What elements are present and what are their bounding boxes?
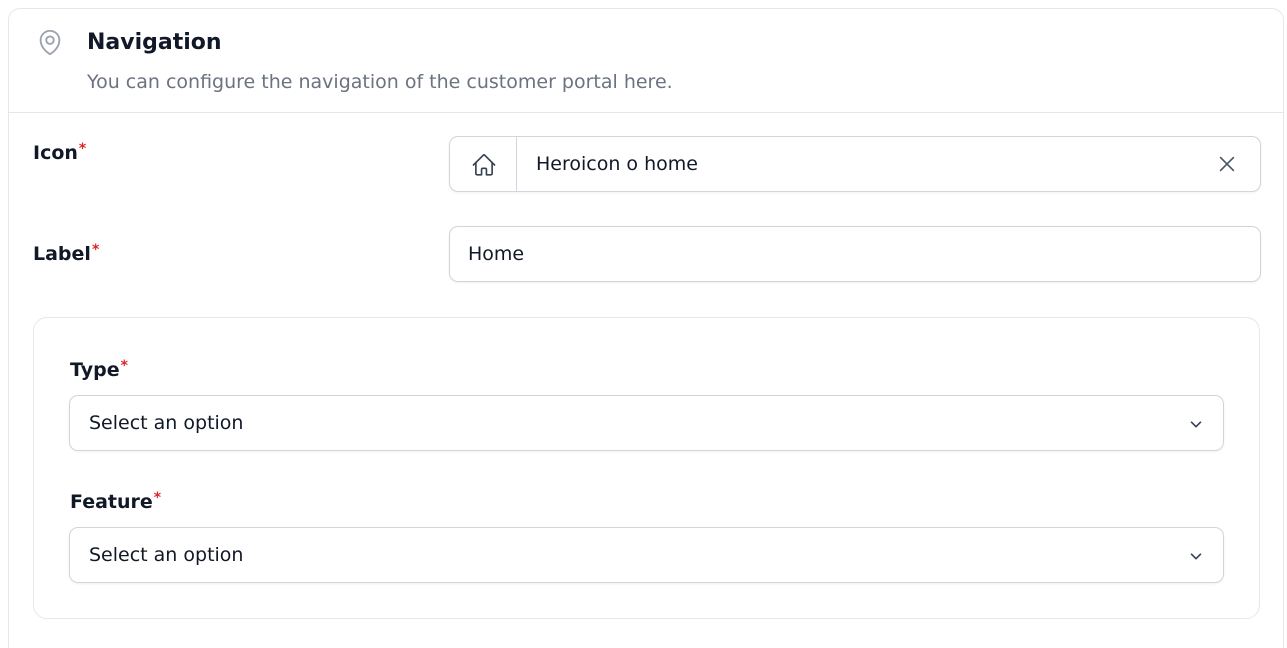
section-description: You can configure the navigation of the … (87, 71, 673, 93)
type-field-label-text: Type (70, 359, 120, 381)
icon-field-label: Icon* (33, 141, 86, 165)
label-field-label-text: Label (33, 243, 91, 265)
icon-field-label-text: Icon (33, 142, 78, 164)
home-icon (472, 154, 496, 176)
section-header: Navigation You can configure the navigat… (9, 9, 1283, 113)
label-input[interactable]: Home (449, 226, 1261, 282)
section-title: Navigation (87, 30, 222, 55)
close-icon[interactable] (1216, 153, 1238, 175)
type-select-value: Select an option (89, 412, 244, 434)
navigation-item-panel: Type* Select an option Feature* Select a… (33, 317, 1260, 619)
required-marker: * (153, 490, 162, 506)
feature-field-label: Feature* (70, 490, 161, 514)
icon-preview (450, 137, 517, 191)
icon-picker-field[interactable]: Heroicon o home (449, 136, 1261, 192)
type-select[interactable]: Select an option (69, 395, 1224, 451)
feature-select-value: Select an option (89, 544, 244, 566)
label-field-label: Label* (33, 242, 99, 266)
chevron-down-icon (1187, 415, 1205, 433)
icon-picker-value: Heroicon o home (536, 153, 698, 175)
navigation-card: Navigation You can configure the navigat… (8, 8, 1284, 648)
feature-select[interactable]: Select an option (69, 527, 1224, 583)
chevron-down-icon (1187, 547, 1205, 565)
required-marker: * (78, 141, 87, 157)
map-pin-icon (35, 27, 65, 57)
feature-field-label-text: Feature (70, 491, 153, 513)
required-marker: * (120, 358, 128, 374)
required-marker: * (91, 242, 100, 258)
type-field-label: Type* (70, 358, 128, 382)
label-input-value: Home (468, 243, 525, 265)
